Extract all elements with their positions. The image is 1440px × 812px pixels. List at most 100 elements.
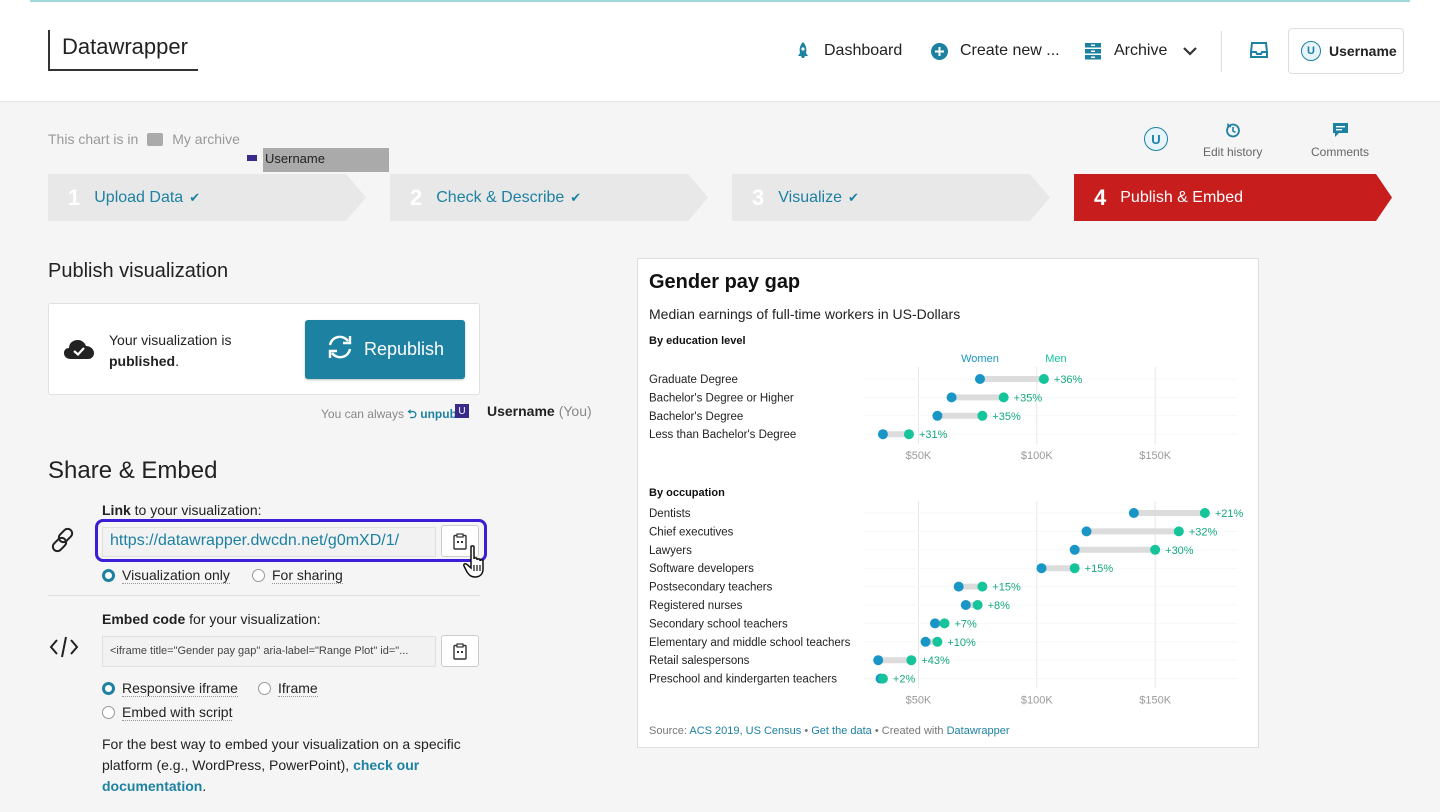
get-data-link[interactable]: Get the data <box>811 725 872 737</box>
embed-code-field[interactable]: <iframe title="Gender pay gap" aria-labe… <box>102 636 436 667</box>
row-label: Retail salespersons <box>649 655 750 667</box>
collaborator-avatar[interactable]: U <box>1144 127 1168 151</box>
nav-archive[interactable]: Archive <box>1084 30 1198 72</box>
embed-label-bold: Embed code <box>102 611 186 627</box>
radio-button-selected[interactable] <box>102 682 115 695</box>
difference-label: +15% <box>992 582 1021 594</box>
men-dot <box>1038 374 1049 384</box>
step-label: Visualize <box>778 188 842 206</box>
group-heading: By occupation <box>649 487 725 499</box>
x-tick-label: $50K <box>906 695 932 707</box>
row-label: Graduate Degree <box>649 374 738 386</box>
link-label-bold: Link <box>102 502 131 518</box>
presence-you: (You) <box>558 403 592 419</box>
chart-location: This chart is in My archive <box>48 131 240 147</box>
step-number: 2 <box>410 184 423 210</box>
step-label: Upload Data <box>94 188 184 206</box>
women-dot <box>1069 544 1080 555</box>
group-heading: By education level <box>649 335 746 347</box>
women-dot <box>953 581 964 592</box>
women-dot <box>1036 563 1047 574</box>
location-prefix: This chart is in <box>48 131 139 147</box>
radio-iframe[interactable]: Iframe <box>258 680 318 697</box>
radio-visualization-only[interactable]: Visualization only <box>102 567 230 584</box>
created-with: Created with <box>881 725 944 737</box>
clipboard-icon <box>453 642 467 660</box>
x-tick-label: $100K <box>1021 450 1053 462</box>
difference-label: +35% <box>1014 392 1043 404</box>
men-dot <box>977 410 988 421</box>
radio-button[interactable] <box>252 569 265 582</box>
difference-label: +2% <box>893 674 916 686</box>
men-dot <box>1069 563 1080 574</box>
men-dot <box>1150 544 1161 555</box>
user-name: Username <box>1329 43 1397 59</box>
step-publish-embed[interactable]: 4 Publish & Embed <box>1074 174 1392 221</box>
radio-for-sharing[interactable]: For sharing <box>252 567 343 584</box>
women-dot <box>932 410 943 421</box>
divider <box>48 595 480 596</box>
step-upload-data[interactable]: 1 Upload Data ✔ <box>48 174 366 221</box>
range-plot: By education level $50K $100K $150K Women Men… <box>649 335 1244 707</box>
radio-responsive-iframe[interactable]: Responsive iframe <box>102 680 238 697</box>
row-label: Lawyers <box>649 545 692 557</box>
comments-button[interactable]: Comments <box>1311 122 1369 159</box>
datawrapper-link[interactable]: Datawrapper <box>947 725 1010 737</box>
radio-button[interactable] <box>102 706 115 719</box>
hand-cursor-icon <box>463 545 493 584</box>
publish-status-bold: published <box>109 353 176 369</box>
men-dot <box>977 581 988 592</box>
legend-women: Women <box>961 353 999 365</box>
publish-status: Your visualization is published. <box>109 330 231 372</box>
row-label: Dentists <box>649 508 691 520</box>
embed-label-rest: for your visualization: <box>185 611 321 627</box>
radio-button-selected[interactable] <box>102 569 115 582</box>
radio-label: For sharing <box>272 567 343 584</box>
men-dot <box>972 600 983 610</box>
chevron-down-icon[interactable] <box>1183 46 1198 56</box>
code-icon <box>49 636 79 663</box>
unpublish-prefix: You can always <box>321 407 404 421</box>
radio-embed-with-script[interactable]: Embed with script <box>102 704 233 721</box>
women-dot <box>946 392 957 403</box>
nav-create-new[interactable]: Create new ... <box>930 30 1060 72</box>
inbox-icon[interactable] <box>1250 42 1270 62</box>
step-check-describe[interactable]: 2 Check & Describe ✔ <box>390 174 708 221</box>
men-dot <box>877 673 888 684</box>
men-dot <box>939 618 950 629</box>
datawrapper-logo[interactable]: Datawrapper <box>48 30 198 71</box>
men-dot <box>998 392 1009 403</box>
checkmark-icon: ✔ <box>189 189 201 205</box>
avatar: U <box>1301 41 1321 61</box>
difference-label: +31% <box>919 429 948 441</box>
collaborator-presence: U Username (You) <box>455 400 635 422</box>
step-visualize[interactable]: 3 Visualize ✔ <box>732 174 1050 221</box>
folder-icon <box>147 132 164 146</box>
difference-label: +30% <box>1165 545 1194 557</box>
user-menu-button[interactable]: U Username <box>1288 28 1404 74</box>
women-dot <box>960 600 971 610</box>
nav-dashboard-label: Dashboard <box>824 42 903 59</box>
women-dot <box>877 429 888 440</box>
women-dot <box>1128 508 1139 518</box>
comment-icon <box>1311 122 1369 141</box>
republish-label: Republish <box>363 339 445 359</box>
nav-dashboard[interactable]: Dashboard <box>794 30 902 72</box>
row-label: Postsecondary teachers <box>649 582 773 594</box>
difference-label: +36% <box>1054 374 1083 386</box>
history-icon <box>1203 122 1262 141</box>
radio-button[interactable] <box>258 682 271 695</box>
publish-status-end: . <box>175 353 180 369</box>
checkmark-icon: ✔ <box>570 189 582 205</box>
undo-icon: ⮌ <box>407 407 421 421</box>
women-dot <box>930 618 941 629</box>
men-dot <box>1173 526 1184 537</box>
source-link[interactable]: ACS 2019, US Census <box>689 725 801 737</box>
row-label: Chief executives <box>649 526 734 538</box>
edit-history-button[interactable]: Edit history <box>1203 122 1262 159</box>
location-folder[interactable]: My archive <box>172 131 240 147</box>
embed-help-text: For the best way to embed your visualiza… <box>102 734 482 797</box>
republish-button[interactable]: Republish <box>305 320 465 379</box>
user-tooltip: Username <box>263 148 389 172</box>
copy-embed-button[interactable] <box>441 635 479 667</box>
